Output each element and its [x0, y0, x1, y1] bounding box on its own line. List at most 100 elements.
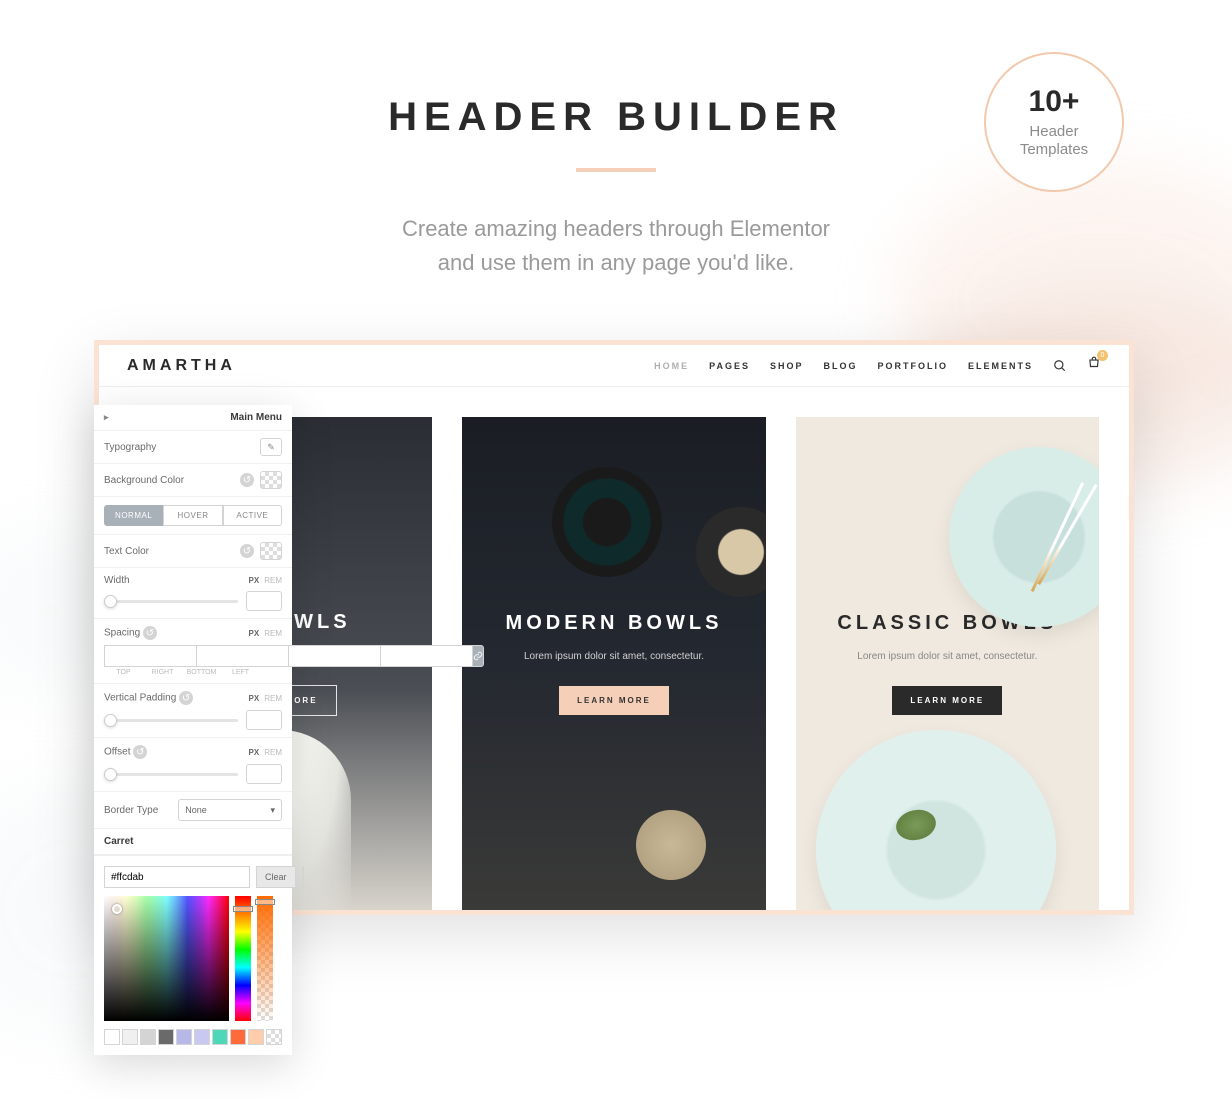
- badge-text: Header Templates: [1020, 123, 1088, 159]
- text-color-control: Text Color ↺: [94, 535, 292, 568]
- control-label: Offset ↺: [104, 745, 151, 759]
- preset-swatch-transparent[interactable]: [266, 1029, 282, 1045]
- spacing-bottom-input[interactable]: [288, 645, 380, 667]
- nav-blog[interactable]: BLOG: [823, 361, 857, 371]
- control-label: Background Color: [104, 475, 184, 486]
- reset-icon[interactable]: ↺: [133, 745, 147, 759]
- preset-swatch[interactable]: [248, 1029, 264, 1045]
- preset-swatch[interactable]: [158, 1029, 174, 1045]
- preset-swatch[interactable]: [104, 1029, 120, 1045]
- alpha-slider[interactable]: [257, 896, 273, 1021]
- preview-header: AMARTHA HOME PAGES SHOP BLOG PORTFOLIO E…: [99, 345, 1129, 387]
- learn-more-button[interactable]: LEARN MORE: [892, 686, 1002, 715]
- reset-icon[interactable]: ↺: [240, 473, 254, 487]
- preset-swatches: [104, 1029, 282, 1045]
- offset-input[interactable]: [246, 764, 282, 784]
- slider-track[interactable]: [104, 719, 238, 722]
- side-label: RIGHT: [143, 669, 182, 676]
- spacing-left-input[interactable]: [380, 645, 472, 667]
- control-label: Width: [104, 575, 130, 586]
- link-values-icon[interactable]: [472, 645, 484, 667]
- learn-more-button[interactable]: LEARN MORE: [559, 686, 669, 715]
- card-subtitle: Lorem ipsum dolor sit amet, consectetur.: [524, 651, 704, 662]
- nav-home[interactable]: HOME: [654, 361, 689, 371]
- main-nav: HOME PAGES SHOP BLOG PORTFOLIO ELEMENTS …: [654, 356, 1101, 375]
- unit-rem[interactable]: REM: [264, 576, 282, 585]
- cart-count-badge: 0: [1097, 350, 1108, 361]
- preset-swatch[interactable]: [140, 1029, 156, 1045]
- preset-swatch[interactable]: [212, 1029, 228, 1045]
- spacing-top-input[interactable]: [104, 645, 196, 667]
- slider-thumb[interactable]: [104, 768, 117, 781]
- unit-rem[interactable]: REM: [264, 629, 282, 638]
- title-underline: [576, 168, 656, 172]
- unit-px[interactable]: PX: [249, 694, 260, 703]
- plate-image: [949, 447, 1099, 627]
- side-label: TOP: [104, 669, 143, 676]
- unit-rem[interactable]: REM: [264, 748, 282, 757]
- vpadding-input[interactable]: [246, 710, 282, 730]
- current-color-chip: [302, 866, 304, 888]
- preset-swatch[interactable]: [122, 1029, 138, 1045]
- slider-thumb[interactable]: [104, 595, 117, 608]
- control-label: Border Type: [104, 805, 158, 816]
- elementor-style-panel: Main Menu Typography ✎ Background Color …: [94, 405, 292, 1055]
- chevron-down-icon: ▾: [270, 805, 275, 816]
- alpha-cursor[interactable]: [255, 899, 275, 905]
- panel-section-header[interactable]: Main Menu: [94, 405, 292, 431]
- background-color-control: Background Color ↺: [94, 464, 292, 497]
- saturation-cursor[interactable]: [112, 904, 122, 914]
- hex-input[interactable]: [104, 866, 250, 888]
- nav-pages[interactable]: PAGES: [709, 361, 750, 371]
- cart-icon[interactable]: 0: [1087, 356, 1101, 375]
- color-swatch[interactable]: [260, 542, 282, 560]
- border-type-control: Border Type None▾: [94, 792, 292, 829]
- clear-button[interactable]: Clear: [256, 866, 296, 888]
- spacing-right-input[interactable]: [196, 645, 288, 667]
- control-label: Typography: [104, 442, 156, 453]
- unit-px[interactable]: PX: [249, 748, 260, 757]
- card-title: MODERN BOWLS: [506, 612, 723, 635]
- border-type-select[interactable]: None▾: [178, 799, 282, 821]
- plate-image: [552, 467, 662, 577]
- slider-track[interactable]: [104, 600, 238, 603]
- card-classic-bowls: CLASSIC BOWLS Lorem ipsum dolor sit amet…: [796, 417, 1099, 910]
- nav-portfolio[interactable]: PORTFOLIO: [877, 361, 948, 371]
- spacing-control: Spacing ↺ PXREM TOP RIGHT BOTTOM LEFT: [94, 619, 292, 684]
- typography-edit-icon[interactable]: ✎: [260, 438, 282, 456]
- search-icon[interactable]: [1053, 359, 1067, 373]
- typography-control: Typography ✎: [94, 431, 292, 464]
- nav-shop[interactable]: SHOP: [770, 361, 804, 371]
- preset-swatch[interactable]: [176, 1029, 192, 1045]
- vertical-padding-control: Vertical Padding ↺ PX REM: [94, 684, 292, 738]
- control-label: Spacing ↺: [104, 626, 161, 640]
- reset-icon[interactable]: ↺: [240, 544, 254, 558]
- color-swatch[interactable]: [260, 471, 282, 489]
- hue-slider[interactable]: [235, 896, 251, 1021]
- slider-track[interactable]: [104, 773, 238, 776]
- nav-elements[interactable]: ELEMENTS: [968, 361, 1033, 371]
- tab-normal[interactable]: NORMAL: [104, 505, 163, 526]
- reset-icon[interactable]: ↺: [179, 691, 193, 705]
- hue-cursor[interactable]: [233, 906, 253, 912]
- plate-image: [636, 810, 706, 880]
- carret-section: Carret: [94, 829, 292, 855]
- color-picker: Clear: [94, 855, 292, 1055]
- reset-icon[interactable]: ↺: [143, 626, 157, 640]
- unit-px[interactable]: PX: [249, 576, 260, 585]
- slider-thumb[interactable]: [104, 714, 117, 727]
- unit-rem[interactable]: REM: [264, 694, 282, 703]
- card-subtitle: Lorem ipsum dolor sit amet, consectetur.: [857, 651, 1037, 662]
- unit-px[interactable]: PX: [249, 629, 260, 638]
- tab-active[interactable]: ACTIVE: [223, 505, 282, 526]
- control-label: Carret: [104, 836, 133, 847]
- offset-control: Offset ↺ PX REM: [94, 738, 292, 792]
- brand-logo[interactable]: AMARTHA: [127, 357, 236, 375]
- tab-hover[interactable]: HOVER: [163, 505, 222, 526]
- badge-number: 10+: [1029, 85, 1080, 119]
- saturation-field[interactable]: [104, 896, 229, 1021]
- preset-swatch[interactable]: [194, 1029, 210, 1045]
- control-label: Vertical Padding ↺: [104, 691, 197, 705]
- width-input[interactable]: [246, 591, 282, 611]
- preset-swatch[interactable]: [230, 1029, 246, 1045]
